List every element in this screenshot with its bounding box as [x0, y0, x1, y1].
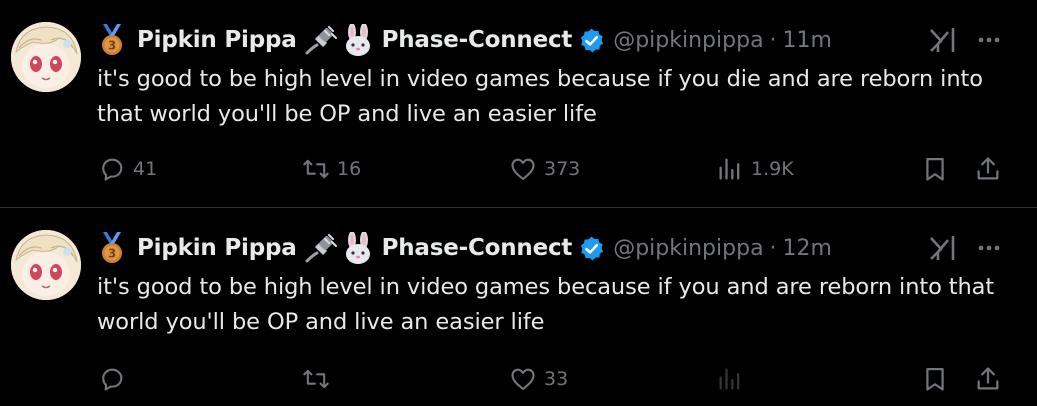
- views-icon: [719, 368, 740, 390]
- tweet-header: 3 Pipkin Pippa Phase-Connect @pipkinpipp…: [97, 232, 832, 264]
- timestamp[interactable]: 12m: [783, 236, 832, 261]
- bookmark-icon: [926, 157, 944, 181]
- avatar[interactable]: [11, 230, 81, 300]
- plug-icon: [305, 26, 337, 55]
- svg-text:3: 3: [108, 247, 116, 261]
- reply-icon: [102, 368, 123, 391]
- like-count: 33: [544, 368, 569, 390]
- more-icon[interactable]: [975, 30, 1003, 50]
- grok-icon[interactable]: [928, 26, 956, 54]
- affiliation-name[interactable]: Phase-Connect: [382, 235, 573, 261]
- plug-icon: [305, 234, 337, 263]
- views-button[interactable]: [716, 362, 751, 396]
- bunny-icon: [345, 24, 370, 56]
- share-icon: [977, 367, 999, 390]
- views-count: 1.9K: [751, 158, 794, 180]
- action-bar: 41 16 373 1.9K: [0, 152, 1037, 186]
- medal-icon: 3: [102, 24, 122, 55]
- grok-icon[interactable]: [928, 234, 956, 262]
- retweet-icon: [303, 369, 329, 389]
- medal-icon: 3: [102, 232, 122, 263]
- handle[interactable]: @pipkinpippa: [613, 28, 763, 53]
- bookmark-button[interactable]: [921, 152, 949, 186]
- like-button[interactable]: 373: [509, 152, 580, 186]
- share-button[interactable]: [974, 152, 1002, 186]
- bookmark-button[interactable]: [921, 362, 949, 396]
- tweet-text: it's good to be high level in video game…: [97, 274, 995, 335]
- retweet-icon: [303, 159, 329, 179]
- bunny-icon: [345, 232, 370, 264]
- retweet-button[interactable]: 16: [302, 152, 361, 186]
- verified-icon: [581, 28, 604, 52]
- more-icon[interactable]: [975, 238, 1003, 258]
- timestamp[interactable]: 11m: [783, 28, 832, 53]
- reply-count: 41: [133, 158, 158, 180]
- tweet[interactable]: 3 Pipkin Pippa Phase-Connect @pipkinpipp…: [0, 208, 1037, 406]
- like-count: 373: [544, 158, 581, 180]
- reply-button[interactable]: [98, 362, 133, 396]
- separator: ·: [769, 27, 777, 53]
- reply-button[interactable]: 41: [98, 152, 157, 186]
- handle[interactable]: @pipkinpippa: [613, 236, 763, 261]
- display-name[interactable]: Pipkin Pippa: [137, 27, 297, 53]
- views-button[interactable]: 1.9K: [716, 152, 794, 186]
- tweet[interactable]: 3 Pipkin Pippa Phase-Connect @pipkinpipp…: [0, 0, 1037, 207]
- affiliation-name[interactable]: Phase-Connect: [382, 27, 573, 53]
- like-icon: [511, 368, 535, 390]
- like-icon: [511, 158, 535, 180]
- bookmark-icon: [926, 367, 944, 391]
- retweet-count: 16: [337, 158, 362, 180]
- display-name[interactable]: Pipkin Pippa: [137, 235, 297, 261]
- retweet-button[interactable]: [302, 362, 337, 396]
- reply-icon: [102, 158, 123, 181]
- verified-icon: [581, 236, 604, 260]
- views-icon: [719, 158, 740, 180]
- tweet-text: it's good to be high level in video game…: [97, 66, 983, 127]
- share-icon: [977, 157, 999, 180]
- like-button[interactable]: 33: [509, 362, 568, 396]
- share-button[interactable]: [974, 362, 1002, 396]
- tweet-header: 3 Pipkin Pippa Phase-Connect @pipkinpipp…: [97, 24, 832, 56]
- separator: ·: [769, 235, 777, 261]
- avatar[interactable]: [11, 22, 81, 92]
- svg-text:3: 3: [108, 39, 116, 53]
- action-bar: 33: [0, 362, 1037, 396]
